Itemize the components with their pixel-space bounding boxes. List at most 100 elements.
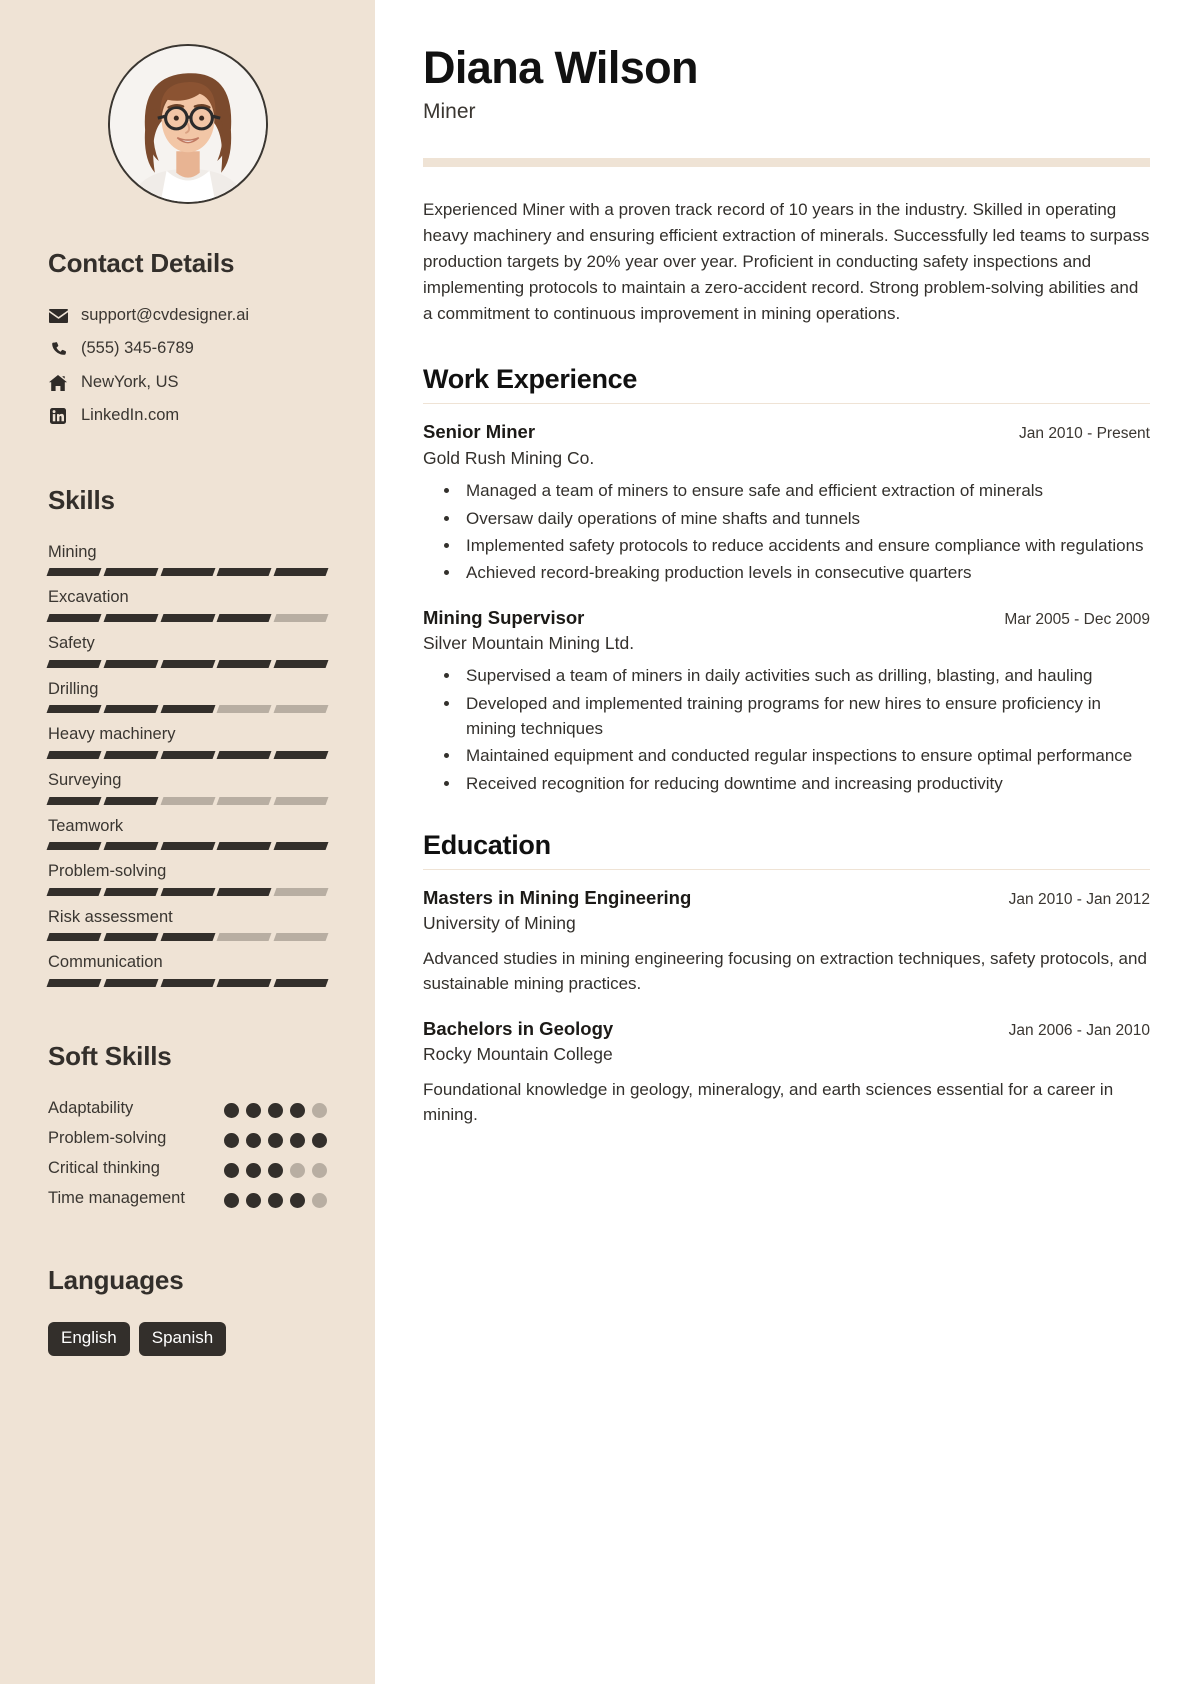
rating-dot — [312, 1193, 327, 1209]
skill-row: Excavation — [46, 587, 329, 622]
skill-segment — [216, 659, 272, 668]
rating-dot — [312, 1103, 327, 1118]
rating-dot — [246, 1103, 261, 1118]
soft-skill-rating — [224, 1098, 327, 1118]
contact-item-location[interactable]: NewYork, US — [48, 372, 327, 393]
skill-level-bar — [46, 750, 329, 759]
skill-segment — [273, 659, 329, 668]
skill-segment — [160, 705, 215, 714]
responsibility-item: Oversaw daily operations of mine shafts … — [461, 506, 1150, 531]
education-divider — [423, 869, 1150, 871]
skill-segment — [273, 842, 329, 851]
skill-segment — [273, 568, 329, 577]
education-date-range: Jan 2006 - Jan 2010 — [1008, 1021, 1150, 1039]
skill-level-bar — [46, 614, 329, 622]
rating-dot — [312, 1133, 327, 1149]
rating-dot — [224, 1163, 239, 1179]
entry-header: Masters in Mining Engineering Jan 2010 - … — [423, 886, 1150, 909]
skill-segment — [103, 842, 159, 851]
skill-label: Problem-solving — [48, 862, 167, 881]
employer-name: Silver Mountain Mining Ltd. — [423, 632, 635, 653]
contact-item-email[interactable]: support@cvdesigner.ai — [48, 305, 327, 326]
rating-dot — [246, 1193, 261, 1209]
skill-label: Risk assessment — [48, 907, 173, 926]
skill-segment — [216, 979, 272, 987]
rating-dot — [224, 1103, 239, 1118]
sidebar: Contact Details support@cvdesigner.ai (5… — [0, 0, 375, 1684]
skill-segment — [103, 979, 159, 987]
skill-segment — [46, 842, 102, 851]
skill-segment — [103, 614, 159, 622]
soft-skill-label: Critical thinking — [48, 1159, 160, 1178]
skill-segment — [46, 979, 102, 987]
skill-level-bar — [46, 796, 329, 805]
rating-dot — [224, 1193, 239, 1209]
skill-label: Mining — [48, 542, 97, 561]
education-entry: Bachelors in Geology Jan 2006 - Jan 2010 R… — [423, 1017, 1150, 1128]
skill-segment — [160, 796, 215, 805]
job-date-range: Mar 2005 - Dec 2009 — [1004, 610, 1150, 628]
responsibility-item: Implemented safety protocols to reduce a… — [461, 533, 1150, 558]
soft-skill-rating — [224, 1158, 327, 1179]
skill-segment — [273, 750, 329, 759]
header-divider — [423, 158, 1150, 168]
skill-segment — [46, 659, 102, 668]
contact-item-phone[interactable]: (555) 345-6789 — [48, 338, 327, 359]
rating-dot — [224, 1133, 239, 1149]
skill-segment — [46, 614, 102, 622]
soft-skills-list: Adaptability Problem-solving Critical thin… — [48, 1098, 327, 1209]
education-date-range: Jan 2010 - Jan 2012 — [1008, 891, 1150, 909]
responsibility-list: Supervised a team of miners in daily act… — [423, 663, 1150, 796]
skills-list: Mining Excavation Safety Drilling Heavy mach… — [46, 542, 329, 987]
job-date-range: Jan 2010 - Present — [1019, 425, 1150, 443]
languages-heading: Languages — [48, 1265, 184, 1296]
language-tag: English — [48, 1322, 130, 1357]
institution-name: University of Mining — [423, 913, 576, 934]
skill-level-bar — [46, 979, 329, 987]
soft-skill-row: Critical thinking — [48, 1158, 327, 1179]
skill-label: Heavy machinery — [48, 725, 176, 744]
work-experience-entry: Mining Supervisor Mar 2005 - Dec 2009 Silv… — [423, 606, 1150, 797]
skill-segment — [273, 979, 329, 987]
linkedin-icon — [48, 407, 68, 425]
skill-label: Safety — [48, 634, 95, 652]
rating-dot — [290, 1163, 305, 1179]
responsibility-list: Managed a team of miners to ensure safe … — [423, 478, 1150, 585]
skill-row: Heavy machinery — [46, 724, 329, 759]
education-entry: Masters in Mining Engineering Jan 2010 - … — [423, 886, 1150, 997]
education-description: Advanced studies in mining engineering f… — [423, 948, 1147, 994]
responsibility-item: Maintained equipment and conducted regul… — [461, 743, 1150, 768]
skill-segment — [273, 614, 329, 622]
skill-segment — [273, 933, 329, 942]
contact-item-linkedin[interactable]: LinkedIn.com — [48, 405, 327, 426]
soft-skill-label: Problem-solving — [48, 1129, 167, 1148]
soft-skill-row: Problem-solving — [48, 1128, 327, 1149]
entry-header: Mining Supervisor Mar 2005 - Dec 2009 — [423, 606, 1150, 629]
responsibility-item: Received recognition for reducing downti… — [461, 771, 1150, 796]
work-experience-section: Work Experience Senior Miner Jan 2010 - P… — [423, 364, 1150, 796]
skill-segment — [160, 933, 215, 942]
skill-segment — [273, 796, 329, 805]
skill-segment — [46, 750, 102, 759]
work-experience-heading: Work Experience — [423, 364, 638, 395]
skill-segment — [160, 568, 215, 577]
soft-skills-heading: Soft Skills — [48, 1041, 172, 1071]
phone-icon — [48, 340, 68, 358]
work-experience-list: Senior Miner Jan 2010 - Present Gold Rush … — [423, 420, 1150, 796]
institution-name: Rocky Mountain College — [423, 1044, 613, 1065]
avatar — [107, 44, 268, 204]
skill-segment — [160, 614, 215, 622]
soft-skill-row: Time management — [48, 1188, 327, 1209]
skill-segment — [46, 568, 102, 577]
employer-name: Gold Rush Mining Co. — [423, 447, 595, 468]
profile-photo-illustration — [109, 46, 266, 202]
skill-segment — [103, 887, 159, 896]
responsibility-item: Managed a team of miners to ensure safe … — [461, 478, 1150, 503]
skills-heading: Skills — [48, 484, 115, 515]
responsibility-item: Developed and implemented training progr… — [461, 691, 1150, 742]
skill-level-bar — [46, 933, 329, 942]
skill-segment — [273, 887, 329, 896]
skill-segment — [46, 796, 102, 805]
responsibility-item: Supervised a team of miners in daily act… — [461, 663, 1150, 688]
contact-details-heading: Contact Details — [48, 248, 235, 278]
